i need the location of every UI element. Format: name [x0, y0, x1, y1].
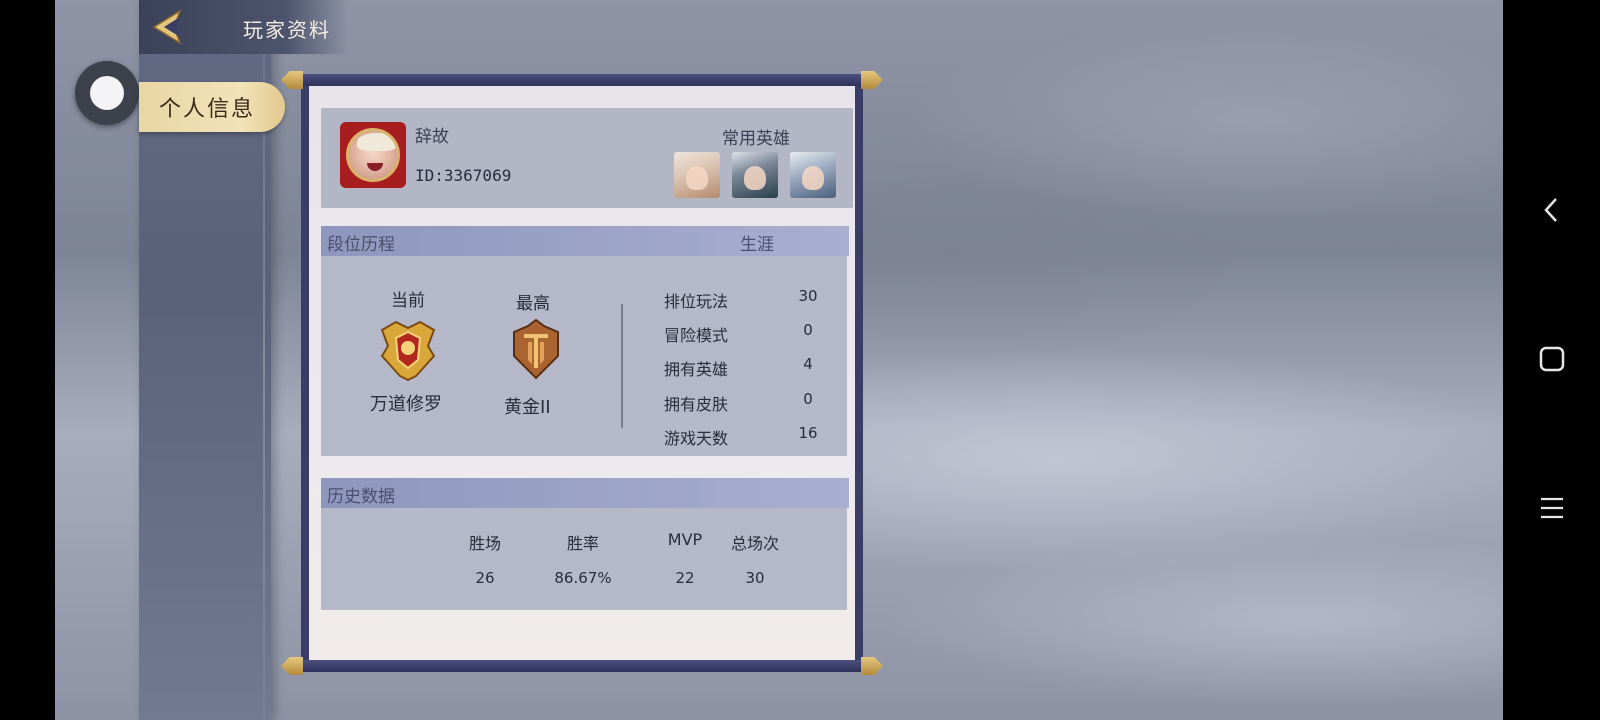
current-rank-badge-icon: [380, 320, 436, 382]
tab-personal-info[interactable]: 个人信息: [139, 82, 285, 132]
current-rank-label: 当前: [391, 291, 425, 311]
page-title: 玩家资料: [243, 18, 331, 42]
assistive-touch-dot: [90, 76, 124, 110]
stat-label: 冒险模式: [664, 326, 729, 345]
stat-label: 排位玩法: [664, 292, 729, 311]
stat-value: 4: [803, 355, 813, 373]
favorite-heroes-label: 常用英雄: [722, 129, 790, 149]
stat-label: 拥有皮肤: [664, 395, 729, 414]
stat-label: 拥有英雄: [664, 360, 729, 379]
system-back-button[interactable]: [1530, 188, 1574, 232]
player-name: 辞故: [415, 127, 449, 147]
avatar: [346, 128, 400, 182]
favorite-hero-portrait[interactable]: [732, 152, 778, 198]
history-value: 26: [475, 569, 495, 587]
stat-value: 16: [798, 424, 818, 442]
highest-rank-name: 黄金II: [504, 397, 551, 418]
history-column-header: 总场次: [730, 534, 779, 553]
player-id: ID:3367069: [415, 166, 512, 185]
system-home-button[interactable]: [1530, 337, 1574, 381]
avatar-frame[interactable]: [340, 122, 406, 188]
stat-label: 游戏天数: [664, 429, 729, 448]
back-arrow-icon: [152, 9, 182, 45]
history-data-body: [321, 508, 847, 610]
screen-left-bezel: [0, 0, 55, 720]
history-data-title: 历史数据: [327, 487, 395, 507]
stat-value: 0: [803, 390, 813, 408]
career-tab[interactable]: 生涯: [740, 230, 774, 255]
history-column-header: 胜场: [468, 534, 501, 553]
history-column-header: 胜率: [566, 534, 599, 553]
scroll-bottom-rod: [281, 657, 877, 675]
rank-divider: [621, 304, 623, 428]
current-rank-name: 万道修罗: [370, 394, 442, 415]
rank-history-title: 段位历程: [327, 235, 395, 255]
history-value: 30: [745, 569, 765, 587]
history-value: 86.67%: [554, 569, 612, 587]
history-data-header: 历史数据: [321, 478, 849, 508]
home-square-icon: [1539, 346, 1565, 372]
favorite-hero-portrait[interactable]: [674, 152, 720, 198]
highest-rank-label: 最高: [516, 294, 550, 314]
scroll-top-rod: [281, 71, 877, 89]
back-button[interactable]: [148, 4, 192, 50]
highest-rank-badge-icon: [513, 318, 559, 380]
stat-value: 0: [803, 321, 813, 339]
back-chevron-icon: [1544, 198, 1557, 222]
assistive-touch-button[interactable]: [75, 61, 139, 125]
menu-lines-icon: [1541, 497, 1563, 519]
stat-value: 30: [798, 287, 818, 305]
favorite-hero-portrait[interactable]: [790, 152, 836, 198]
tab-personal-info-label: 个人信息: [159, 97, 256, 122]
system-menu-button[interactable]: [1530, 486, 1574, 530]
